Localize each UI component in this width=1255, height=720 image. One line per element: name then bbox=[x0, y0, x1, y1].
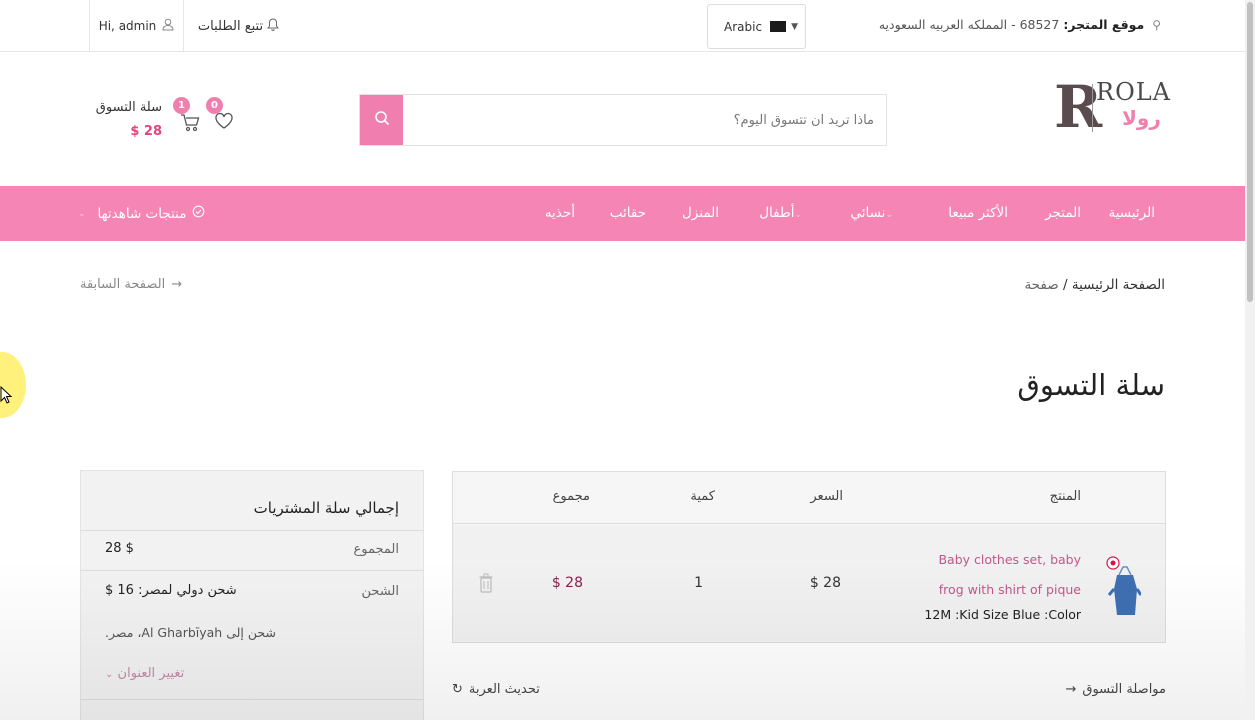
trash-icon bbox=[479, 573, 493, 593]
search-bar bbox=[359, 94, 887, 146]
breadcrumb: الصفحة الرئيسية / صفحة bbox=[1024, 277, 1165, 293]
cart-label: سلة التسوق bbox=[95, 100, 162, 115]
caret-down-icon: ▼ bbox=[791, 22, 798, 32]
col-price: السعر bbox=[810, 489, 843, 504]
product-name-link[interactable]: Baby clothes set, baby frog with shirt o… bbox=[911, 545, 1081, 605]
cart-total: $ 28 bbox=[130, 124, 162, 139]
chevron-down-icon: ⌄ bbox=[794, 210, 802, 220]
page-scrollbar[interactable] bbox=[1245, 0, 1255, 720]
col-total: مجموع bbox=[552, 489, 590, 504]
summary-title: إجمالي سلة المشتريات bbox=[253, 499, 399, 517]
nav-item-home-goods[interactable]: المنزل bbox=[682, 205, 719, 221]
store-location-value: 68527 - المملكه العربيه السعوديه bbox=[878, 17, 1060, 32]
track-orders-label: تتبع الطلبات bbox=[197, 18, 264, 34]
nav-item-shop[interactable]: المتجر bbox=[1045, 205, 1081, 221]
wishlist-count-badge: 0 bbox=[206, 97, 223, 114]
cursor-highlight bbox=[0, 352, 26, 418]
summary-divider bbox=[81, 530, 423, 531]
shipping-destination: شحن إلى Al Gharbīyah، مصر. bbox=[105, 625, 276, 640]
header-cart[interactable]: سلة التسوق $ 28 1 0 bbox=[90, 96, 240, 146]
top-bar: ⚲ موقع المتجر: 68527 - المملكه العربيه ا… bbox=[0, 0, 1245, 52]
breadcrumb-separator: / bbox=[1062, 277, 1068, 293]
page-title: سلة التسوق bbox=[1017, 368, 1165, 402]
shipping-value: شحن دولي لمصر: 16 $ bbox=[105, 583, 237, 598]
table-header: المنتج السعر كمية مجموع bbox=[453, 472, 1165, 524]
breadcrumb-current: صفحة bbox=[1024, 277, 1059, 293]
summary-divider bbox=[81, 699, 423, 700]
product-total: $ 28 bbox=[551, 575, 583, 591]
nav-item-women[interactable]: نسائي⌄ bbox=[851, 205, 899, 221]
shipping-label: الشحن bbox=[361, 584, 399, 599]
logo-divider bbox=[1092, 84, 1093, 132]
cart-table: المنتج السعر كمية مجموع Baby clothes set… bbox=[452, 471, 1166, 643]
main-nav: الرئيسية المتجر الأكثر مبيعا نسائي⌄ أطفا… bbox=[0, 186, 1245, 241]
user-icon bbox=[162, 18, 174, 34]
store-location: ⚲ موقع المتجر: 68527 - المملكه العربيه ا… bbox=[879, 17, 1161, 32]
store-location-label: موقع المتجر: bbox=[1063, 17, 1145, 32]
nav-item-bags[interactable]: حقائب bbox=[610, 205, 646, 221]
language-label: Arabic bbox=[724, 19, 763, 34]
mouse-cursor-icon bbox=[0, 385, 13, 408]
location-pin-icon: ⚲ bbox=[1152, 18, 1161, 32]
nav-item-home[interactable]: الرئيسية bbox=[1109, 205, 1156, 221]
viewed-products-dropdown[interactable]: ⌄ منتجات شاهدتها bbox=[78, 205, 205, 222]
refresh-icon: ↻ bbox=[452, 682, 463, 697]
col-quantity: كمية bbox=[690, 489, 715, 504]
subtotal-label: المجموع bbox=[353, 542, 399, 557]
clock-icon bbox=[192, 205, 205, 222]
logo-mark: R bbox=[1054, 73, 1103, 141]
chevron-down-icon: ⌄ bbox=[105, 669, 114, 680]
nav-kids-label: أطفال bbox=[759, 205, 795, 221]
nav-item-bestsellers[interactable]: الأكثر مبيعا bbox=[948, 205, 1008, 221]
product-thumbnail[interactable] bbox=[1103, 549, 1143, 619]
language-select[interactable]: Arabic ▼ bbox=[707, 4, 806, 49]
cart-icon[interactable]: 1 bbox=[173, 97, 201, 137]
nav-item-shoes[interactable]: أحذيه bbox=[545, 205, 575, 221]
site-logo[interactable]: R ROLA رولا bbox=[1050, 76, 1170, 138]
continue-shopping-label: مواصلة التسوق bbox=[1082, 682, 1166, 697]
table-row: Baby clothes set, baby frog with shirt o… bbox=[453, 525, 1165, 642]
product-quantity[interactable]: 1 bbox=[694, 575, 703, 591]
search-button[interactable] bbox=[360, 95, 403, 145]
search-icon bbox=[374, 110, 390, 130]
track-orders-link[interactable]: تتبع الطلبات bbox=[183, 0, 293, 52]
update-cart-button[interactable]: تحديث العربة ↻ bbox=[452, 682, 540, 697]
nav-item-kids[interactable]: أطفال⌄ bbox=[759, 205, 808, 221]
breadcrumb-home[interactable]: الصفحة الرئيسية bbox=[1072, 277, 1165, 293]
back-link-label: الصفحة السابقة bbox=[80, 277, 166, 292]
search-input[interactable] bbox=[402, 95, 886, 145]
account-link[interactable]: Hi, admin bbox=[89, 0, 183, 52]
chevron-down-icon: ⌄ bbox=[78, 208, 86, 219]
product-price: $ 28 bbox=[809, 575, 841, 591]
arrow-right-icon: → bbox=[171, 277, 183, 292]
change-address-link[interactable]: تغيير العنوان ⌄ bbox=[105, 666, 184, 681]
logo-text-ar: رولا bbox=[1122, 106, 1161, 130]
update-cart-label: تحديث العربة bbox=[468, 682, 540, 697]
cart-summary: إجمالي سلة المشتريات المجموع $ 28 الشحن … bbox=[80, 470, 424, 720]
col-product: المنتج bbox=[1049, 489, 1081, 504]
scrollbar-thumb[interactable] bbox=[1247, 2, 1253, 302]
viewed-products-label: منتجات شاهدتها bbox=[97, 205, 187, 222]
cart-count-badge: 1 bbox=[173, 97, 190, 114]
back-link[interactable]: → الصفحة السابقة bbox=[80, 277, 182, 292]
greeting-text: Hi, admin bbox=[98, 19, 157, 33]
continue-shopping-link[interactable]: مواصلة التسوق → bbox=[1065, 682, 1166, 697]
flag-icon bbox=[770, 21, 787, 32]
logo-text: ROLA bbox=[1096, 78, 1172, 106]
nav-women-label: نسائي bbox=[850, 205, 886, 221]
change-address-label: تغيير العنوان bbox=[117, 666, 185, 681]
subtotal-value: $ 28 bbox=[105, 541, 134, 556]
bell-icon bbox=[267, 18, 280, 34]
product-attributes: 12M :Kid Size Blue :Color bbox=[924, 607, 1081, 622]
chevron-down-icon: ⌄ bbox=[885, 210, 893, 220]
remove-item-button[interactable] bbox=[479, 573, 493, 597]
wishlist-icon[interactable]: 0 bbox=[206, 97, 235, 135]
summary-divider bbox=[81, 570, 423, 571]
arrow-right-icon: → bbox=[1065, 682, 1077, 697]
